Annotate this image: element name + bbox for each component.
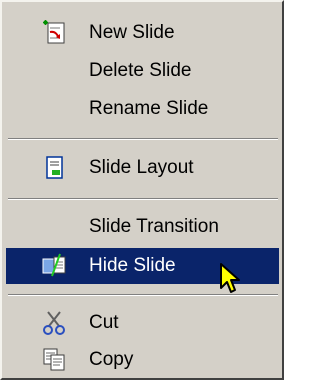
menu-separator [8,138,278,140]
menu-item-label: Copy [89,349,134,370]
menu-item-label: Delete Slide [89,60,192,81]
context-menu: New Slide Delete Slide Rename Slide Slid… [0,0,284,380]
menu-item-copy[interactable]: Copy [6,342,279,378]
slide-layout-icon [42,155,68,181]
menu-item-label: Slide Transition [89,216,219,237]
menu-item-cut[interactable]: Cut [6,305,279,341]
menu-item-label: Rename Slide [89,98,209,119]
scissors-icon [42,310,68,336]
menu-item-rename-slide[interactable]: Rename Slide [6,91,279,127]
menu-item-new-slide[interactable]: New Slide [6,15,279,51]
mouse-pointer-icon [219,262,245,296]
menu-item-label: Slide Layout [89,157,194,178]
menu-item-label: Cut [89,312,119,333]
menu-separator [8,198,278,200]
hide-slide-icon [42,253,68,279]
new-slide-icon [42,20,68,46]
menu-item-slide-transition[interactable]: Slide Transition [6,209,279,245]
menu-item-label: Hide Slide [89,255,176,276]
menu-item-slide-layout[interactable]: Slide Layout [6,150,279,186]
menu-item-delete-slide[interactable]: Delete Slide [6,53,279,89]
copy-icon [42,347,68,373]
menu-item-label: New Slide [89,22,175,43]
